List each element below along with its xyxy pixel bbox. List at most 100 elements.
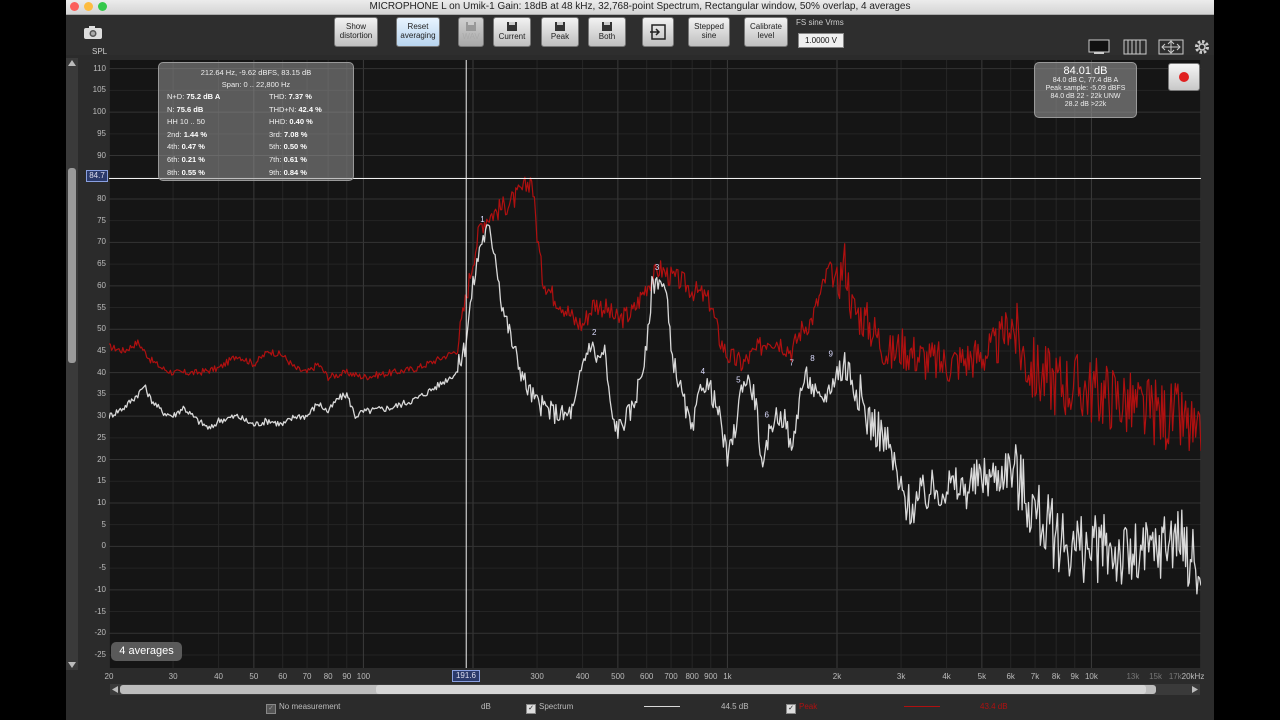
info-row-right: 9th: 0.84 % [269,167,307,177]
no-measurement-toggle[interactable]: ✓ No measurement [266,702,340,714]
x-tick-label: 700 [664,672,678,681]
harmonic-marker: 9 [829,350,834,359]
info-row-right: THD: 7.37 % [269,92,312,101]
info-row-left: 2nd: 1.44 % [167,129,208,139]
x-tick-label: 90 [342,672,352,681]
x-tick-label: 100 [356,672,371,681]
monitor-icon[interactable] [1088,39,1110,55]
record-button[interactable] [1168,63,1200,91]
calibrate-level-button[interactable]: Calibrate level [744,17,788,47]
spectrum-level-value: 44.5 dB [721,702,749,711]
y-tick-label: 100 [92,107,106,117]
save-icon [555,22,565,31]
vertical-scrollbar[interactable] [66,58,78,670]
y-tick-label: -15 [94,606,106,616]
y-tick-label: 105 [92,85,106,95]
harmonic-marker: 4 [701,367,706,376]
show-distortion-button[interactable]: Show distortion [334,17,378,47]
level-panel: 84.01 dB 84.0 dB C, 77.4 dB A Peak sampl… [1034,62,1137,118]
info-row-left: 4th: 0.47 % [167,142,205,152]
info-row-right: HHD: 0.40 % [269,117,313,127]
x-tick-label: 80 [323,672,333,681]
info-row-left: 6th: 0.21 % [167,155,205,164]
save-both-button[interactable]: Both [588,17,626,47]
scroll-right-icon[interactable] [1192,686,1198,693]
y-tick-label: -5 [98,563,106,573]
info-row-left: 8th: 0.55 % [167,167,205,177]
spectrum-series-line [109,224,1201,595]
level-line: 84.0 dB C, 77.4 dB A [1052,77,1119,84]
y-tick-label: 110 [93,63,106,73]
distortion-info-panel: 212.64 Hz, -9.62 dBFS, 83.15 dB Span: 0 … [158,62,354,181]
x-tick-label: 70 [302,672,312,681]
x-tick-label: 13k [1126,672,1140,681]
y-tick-label: 90 [97,150,106,160]
camera-icon[interactable] [83,25,103,40]
harmonic-marker: 5 [736,376,741,385]
horizontal-scrollbar[interactable] [110,684,1200,695]
scroll-down-icon[interactable] [68,662,76,668]
x-tick-label: 15k [1149,672,1162,681]
info-row-right: 5th: 0.50 % [269,142,307,152]
save-peak-button[interactable]: Peak [541,17,579,47]
y-tick-label: 0 [101,541,106,551]
level-value: 84.01 dB [1063,65,1108,77]
checkbox-icon: ✓ [526,704,536,714]
y-tick-label: 45 [97,345,106,355]
x-tick-label: 800 [685,672,699,681]
expand-icon[interactable] [1158,39,1184,55]
gear-icon[interactable] [1194,39,1210,55]
peak-level-value: 43.4 dB [980,702,1008,711]
x-tick-label: 3k [896,672,906,681]
y-tick-label: 95 [97,128,106,138]
reset-averaging-button[interactable]: Reset averaging [396,17,440,47]
legend-bar: ✓ No measurement dB ✓ Spectrum 44.5 dB ✓ Pe… [66,697,1214,720]
bars-icon[interactable] [1123,39,1147,55]
y-tick-label: 70 [97,237,106,247]
cursor-x-readout: 191.6 [452,670,480,682]
x-tick-label: 30 [168,672,178,681]
info-row-left: HH 10 .. 50 [167,117,205,127]
harmonic-marker: 7 [790,358,795,367]
x-tick-label: 7k [1030,672,1040,681]
x-tick-label: 10k [1084,672,1098,681]
x-tick-label: 17k [1168,672,1182,681]
cursor-y-readout: 84.7 [86,170,108,182]
y-tick-label: 50 [97,324,106,334]
window-title: MICROPHONE L on Umik-1 Gain: 18dB at 48 … [369,1,911,12]
y-tick-label: 25 [97,432,106,442]
y-tick-label: 75 [97,215,106,225]
vertical-scroll-thumb[interactable] [68,168,76,363]
harmonic-marker: 6 [764,410,769,419]
x-tick-label: 9k [1070,672,1079,681]
save-icon [602,22,612,31]
scroll-up-icon[interactable] [68,60,76,66]
x-tick-label: 1k [723,672,732,681]
x-tick-label: 20 [104,672,114,681]
x-tick-label: 5k [977,672,987,681]
save-current-button[interactable]: Current [493,17,531,47]
import-button[interactable] [642,17,674,47]
x-tick-label: 400 [575,672,590,681]
y-tick-label: 80 [97,193,106,203]
x-tick-label: 6k [1006,672,1015,681]
level-line: 84.0 dB 22 - 22k UNW [1050,93,1121,100]
spectrum-toggle[interactable]: ✓ Spectrum [526,702,573,714]
stepped-sine-button[interactable]: Stepped sine [688,17,730,47]
spectrum-line-swatch [644,706,680,707]
peak-toggle[interactable]: ✓ Peak [786,702,817,714]
horizontal-scroll-thumb[interactable] [376,685,1146,694]
toolbar: Show distortion Reset averaging WAV Curr… [66,15,1214,55]
y-tick-label: -25 [94,649,106,659]
y-tick-label: 20 [97,454,106,464]
harmonic-marker: 8 [810,354,815,363]
y-tick-label: 30 [97,411,106,421]
record-icon [1179,72,1189,82]
fs-sine-input[interactable]: 1.0000 V [798,33,844,48]
scroll-left-icon[interactable] [112,686,118,693]
wav-button[interactable]: WAV [458,17,484,47]
info-row-left: N: 75.6 dB [167,104,204,114]
save-icon [507,22,517,31]
x-tick-label: 600 [639,672,654,681]
x-tick-label: 300 [530,672,544,681]
